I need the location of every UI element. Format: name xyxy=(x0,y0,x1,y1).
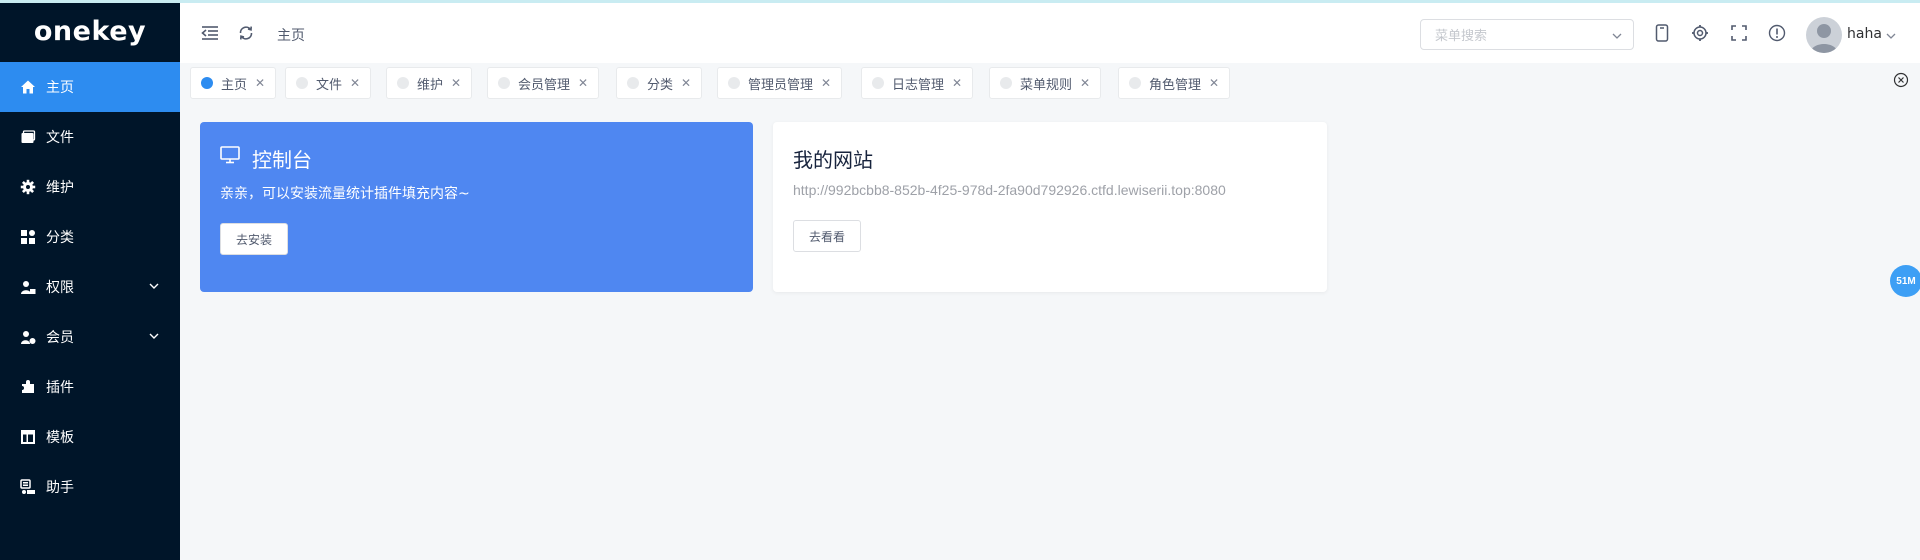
tab-label: 管理员管理 xyxy=(748,77,814,93)
close-icon[interactable]: ✕ xyxy=(255,76,265,90)
tab-file[interactable]: 文件 ✕ xyxy=(285,67,372,99)
sidebar-item-label: 权限 xyxy=(46,280,74,296)
tab-menu-rules[interactable]: 菜单规则 ✕ xyxy=(989,67,1102,99)
tab-member-manage[interactable]: 会员管理 ✕ xyxy=(487,67,600,99)
tab-label: 会员管理 xyxy=(518,77,571,93)
refresh-icon[interactable] xyxy=(236,23,256,43)
tab-label: 主页 xyxy=(221,77,248,93)
info-icon[interactable] xyxy=(1767,23,1787,43)
category-icon xyxy=(20,229,36,245)
tab-log-manage[interactable]: 日志管理 ✕ xyxy=(861,67,974,99)
chevron-down-icon xyxy=(148,330,160,346)
tab-category[interactable]: 分类 ✕ xyxy=(616,67,703,99)
tab-label: 菜单规则 xyxy=(1020,77,1073,93)
tab-home[interactable]: 主页 ✕ xyxy=(190,67,277,99)
tab-maintain[interactable]: 维护 ✕ xyxy=(386,67,473,99)
mobile-icon[interactable] xyxy=(1652,23,1672,43)
username[interactable]: haha xyxy=(1847,26,1882,42)
sidebar-item-plugin[interactable]: 插件 xyxy=(0,362,180,412)
sidebar-item-label: 助手 xyxy=(46,480,74,496)
logo: onekey xyxy=(33,15,147,47)
avatar[interactable] xyxy=(1806,17,1842,53)
tab-label: 文件 xyxy=(316,77,343,93)
website-url[interactable]: http://992bcbb8-852b-4f25-978d-2fa90d792… xyxy=(793,182,1226,198)
menu-search-placeholder: 菜单搜索 xyxy=(1435,29,1488,44)
memory-badge[interactable]: 51M xyxy=(1890,265,1920,297)
tab-label: 分类 xyxy=(647,77,674,93)
sidebar-item-home[interactable]: 主页 xyxy=(0,62,180,112)
tab-status-dot xyxy=(872,77,884,89)
tab-label: 维护 xyxy=(417,77,444,93)
sidebar-item-category[interactable]: 分类 xyxy=(0,212,180,262)
breadcrumb[interactable]: 主页 xyxy=(277,25,305,45)
close-icon[interactable]: ✕ xyxy=(821,76,831,90)
settings-icon[interactable] xyxy=(1690,23,1710,43)
chevron-down-icon xyxy=(148,280,160,296)
monitor-icon xyxy=(220,146,240,168)
tab-status-dot xyxy=(397,77,409,89)
tab-status-dot xyxy=(1000,77,1012,89)
tab-role-manage[interactable]: 角色管理 ✕ xyxy=(1118,67,1231,99)
website-title: 我的网站 xyxy=(793,148,873,172)
dashboard-title: 控制台 xyxy=(252,148,312,172)
sidebar-item-assistant[interactable]: 助手 xyxy=(0,462,180,512)
user-lock-icon xyxy=(20,279,36,295)
sidebar-item-template[interactable]: 模板 xyxy=(0,412,180,462)
close-icon[interactable]: ✕ xyxy=(952,76,962,90)
tabs-bar: 主页 ✕ 文件 ✕ 维护 ✕ 会员管理 ✕ 分类 ✕ 管理员管理 ✕ 日志管理 … xyxy=(180,63,1920,103)
sidebar-item-label: 插件 xyxy=(46,380,74,396)
gear-icon xyxy=(20,179,36,195)
chevron-down-icon xyxy=(1611,30,1623,46)
assistant-icon xyxy=(20,479,36,495)
top-accent-line xyxy=(0,0,1920,3)
sidebar: onekey 主页 文件 维护 分类 权限 会员 插件 模板 助手 xyxy=(0,0,180,560)
tab-status-dot xyxy=(498,77,510,89)
sidebar-item-label: 模板 xyxy=(46,430,74,446)
close-icon[interactable]: ✕ xyxy=(1080,76,1090,90)
visit-button[interactable]: 去看看 xyxy=(793,220,862,252)
tab-admin-manage[interactable]: 管理员管理 ✕ xyxy=(717,67,843,99)
sidebar-item-maintain[interactable]: 维护 xyxy=(0,162,180,212)
install-button[interactable]: 去安装 xyxy=(220,223,289,255)
file-icon xyxy=(20,129,36,145)
tab-status-dot xyxy=(728,77,740,89)
tab-status-dot xyxy=(1129,77,1141,89)
close-icon[interactable]: ✕ xyxy=(451,76,461,90)
close-icon[interactable]: ✕ xyxy=(578,76,588,90)
dashboard-card: 控制台 亲亲，可以安装流量统计插件填充内容~ 去安装 xyxy=(200,122,753,292)
close-icon[interactable]: ✕ xyxy=(350,76,360,90)
sidebar-item-label: 维护 xyxy=(46,180,74,196)
home-icon xyxy=(20,79,36,95)
tab-status-dot xyxy=(627,77,639,89)
member-icon xyxy=(20,329,36,345)
close-icon[interactable]: ✕ xyxy=(681,76,691,90)
sidebar-item-label: 会员 xyxy=(46,330,74,346)
website-card: 我的网站 http://992bcbb8-852b-4f25-978d-2fa9… xyxy=(773,122,1327,292)
sidebar-item-label: 文件 xyxy=(46,130,74,146)
menu-collapse-icon[interactable] xyxy=(200,23,220,43)
tab-status-dot xyxy=(296,77,308,89)
top-header: 主页 菜单搜索 haha xyxy=(180,3,1920,63)
puzzle-icon xyxy=(20,379,36,395)
tab-status-dot xyxy=(201,77,213,89)
fullscreen-icon[interactable] xyxy=(1729,23,1749,43)
tab-label: 角色管理 xyxy=(1149,77,1202,93)
chevron-down-icon[interactable] xyxy=(1885,30,1897,46)
menu-search-select[interactable]: 菜单搜索 xyxy=(1420,19,1634,50)
close-all-tabs-icon[interactable] xyxy=(1893,72,1909,88)
template-icon xyxy=(20,429,36,445)
sidebar-item-file[interactable]: 文件 xyxy=(0,112,180,162)
dashboard-description: 亲亲，可以安装流量统计插件填充内容~ xyxy=(220,186,470,202)
tab-label: 日志管理 xyxy=(892,77,945,93)
close-icon[interactable]: ✕ xyxy=(1209,76,1219,90)
sidebar-item-permission[interactable]: 权限 xyxy=(0,262,180,312)
sidebar-item-label: 分类 xyxy=(46,230,74,246)
sidebar-item-label: 主页 xyxy=(46,80,74,96)
sidebar-item-member[interactable]: 会员 xyxy=(0,312,180,362)
